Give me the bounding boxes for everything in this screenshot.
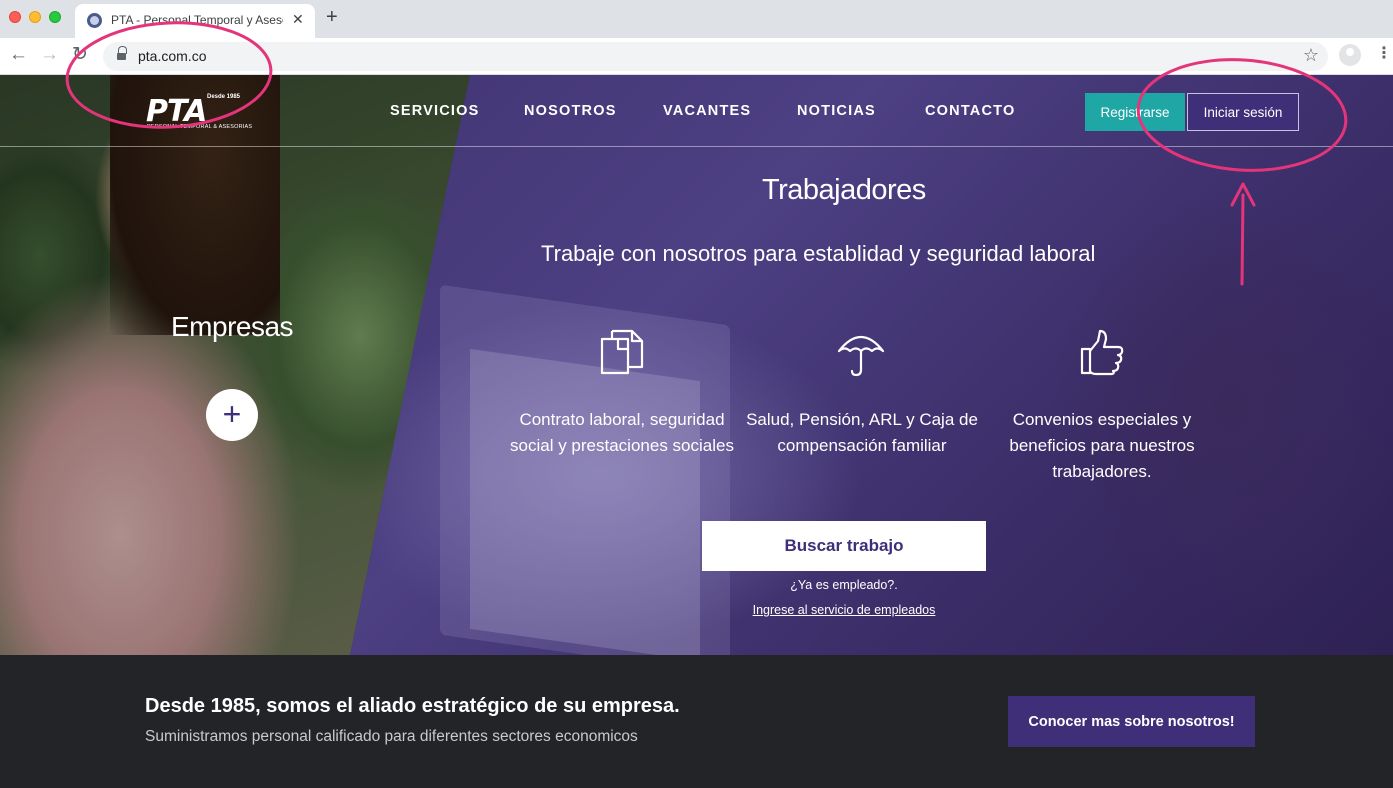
tab-title: PTA - Personal Temporal y Asesorías — [111, 13, 283, 27]
menu-kebab-icon[interactable]: ⋮ — [1376, 44, 1392, 64]
url-text[interactable]: pta.com.co — [138, 48, 206, 64]
about-band: Desde 1985, somos el aliado estratégico … — [0, 655, 1393, 788]
new-tab-button[interactable]: + — [326, 7, 338, 27]
nav-link-nosotros[interactable]: NOSOTROS — [524, 103, 617, 119]
documents-icon — [600, 329, 644, 375]
trabajadores-subtitle: Trabaje con nosotros para establidad y s… — [541, 241, 1096, 266]
search-jobs-button[interactable]: Buscar trabajo — [702, 521, 986, 571]
already-employee-text: ¿Ya es empleado?. — [790, 578, 898, 592]
empresas-title: Empresas — [171, 311, 294, 342]
login-button[interactable]: Iniciar sesión — [1187, 93, 1299, 131]
umbrella-icon — [837, 335, 885, 377]
logo-since: Desde 1985 — [207, 94, 241, 100]
band-subtitle: Suministramos personal calificado para d… — [145, 728, 638, 745]
bookmark-star-icon[interactable]: ☆ — [1303, 45, 1319, 66]
trabajadores-title: Trabajadores — [762, 174, 926, 206]
hero-section: Desde 1985 PTA PERSONAL TEMPORAL & ASESO… — [0, 75, 1393, 655]
pta-logo[interactable]: Desde 1985 PTA PERSONAL TEMPORAL & ASESO… — [146, 94, 252, 134]
band-title: Desde 1985, somos el aliado estratégico … — [145, 695, 680, 717]
nav-divider — [0, 146, 1393, 147]
close-window-button[interactable] — [9, 11, 21, 23]
plus-icon: + — [222, 395, 242, 432]
maximize-window-button[interactable] — [49, 11, 61, 23]
feature-text-contrato: Contrato laboral, seguridad social y pre… — [510, 410, 734, 455]
nav-link-vacantes[interactable]: VACANTES — [663, 103, 751, 119]
feature-text-salud: Salud, Pensión, ARL y Caja de compensaci… — [746, 410, 978, 455]
register-button[interactable]: Registrarse — [1085, 93, 1185, 131]
forward-arrow-icon[interactable]: → — [40, 44, 59, 66]
address-bar[interactable]: pta.com.co ☆ — [103, 42, 1328, 71]
logo-tagline: PERSONAL TEMPORAL & ASESORIAS — [147, 124, 253, 130]
about-us-button[interactable]: Conocer mas sobre nosotros! — [1008, 696, 1255, 747]
empresas-expand-button[interactable]: + — [206, 389, 258, 441]
close-tab-icon[interactable]: ✕ — [292, 11, 304, 28]
nav-link-contacto[interactable]: CONTACTO — [925, 103, 1015, 119]
feature-text-convenios: Convenios especiales y beneficios para n… — [1009, 410, 1195, 481]
nav-link-noticias[interactable]: NOTICIAS — [797, 103, 876, 119]
reload-icon[interactable]: ↻ — [72, 44, 88, 66]
employee-service-link[interactable]: Ingrese al servicio de empleados — [702, 603, 986, 617]
lock-icon — [117, 46, 127, 61]
browser-tab-bar: PTA - Personal Temporal y Asesorías ✕ + — [0, 0, 1393, 38]
browser-toolbar: ← → ↻ pta.com.co ☆ — [0, 38, 1393, 75]
browser-tab[interactable]: PTA - Personal Temporal y Asesorías ✕ — [75, 4, 315, 38]
thumbs-up-icon — [1080, 329, 1124, 376]
logo-mark: PTA — [146, 94, 207, 129]
globe-favicon-icon — [87, 13, 102, 28]
profile-avatar-icon[interactable] — [1339, 44, 1361, 66]
back-arrow-icon[interactable]: ← — [9, 44, 28, 66]
nav-link-servicios[interactable]: SERVICIOS — [390, 103, 480, 119]
minimize-window-button[interactable] — [29, 11, 41, 23]
laptop-screen-shape — [470, 348, 700, 655]
